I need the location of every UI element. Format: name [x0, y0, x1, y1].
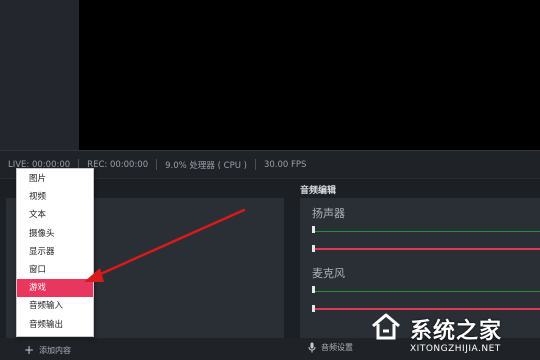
microphone-volume-knob[interactable]	[312, 305, 315, 312]
microphone-label: 麦克风	[312, 267, 345, 280]
add-content-button[interactable]: + 添加内容	[24, 343, 71, 357]
microphone-meter	[312, 291, 540, 292]
watermark-text: 系统之家	[410, 319, 503, 344]
status-divider	[156, 159, 158, 170]
watermark: 系统之家 XITONGZHIJIA.NET	[370, 310, 540, 360]
preview-area	[79, 0, 540, 150]
microphone-meter-knob[interactable]	[312, 286, 315, 293]
rec-timer: REC: 00:00:00	[87, 159, 149, 170]
speaker-meter-knob[interactable]	[312, 226, 315, 233]
menu-item-video[interactable]: 视频	[17, 188, 93, 206]
status-divider	[254, 159, 256, 170]
speaker-label: 扬声器	[312, 207, 345, 220]
menu-item-window[interactable]: 窗口	[17, 261, 93, 279]
menu-item-text[interactable]: 文本	[17, 206, 93, 224]
speaker-volume-slider[interactable]	[312, 248, 540, 250]
fps-readout: 30.00 FPS	[263, 159, 307, 170]
add-content-label: 添加内容	[39, 345, 72, 355]
left-strip	[0, 0, 79, 150]
microphone-icon	[308, 342, 316, 353]
speaker-meter	[312, 231, 540, 232]
watermark-url: XITONGZHIJIA.NET	[410, 344, 501, 354]
menu-item-image[interactable]: 图片	[17, 170, 93, 188]
plus-icon: +	[24, 343, 35, 357]
audio-editor-title: 音频编辑	[300, 186, 337, 196]
menu-item-audio-input[interactable]: 音频输入	[17, 297, 93, 315]
audio-settings-label: 音频设置	[321, 343, 353, 352]
add-content-menu: 图片 视频 文本 摄像头 显示器 窗口 游戏 音频输入 音频输出	[16, 168, 94, 337]
house-logo-icon	[372, 313, 400, 340]
cpu-usage: 9.0% 处理器 ( CPU )	[165, 160, 247, 171]
audio-settings-button[interactable]: 音频设置	[308, 342, 353, 353]
menu-item-game[interactable]: 游戏	[17, 279, 93, 298]
menu-item-camera[interactable]: 摄像头	[17, 225, 93, 243]
speaker-volume-knob[interactable]	[312, 245, 315, 252]
menu-item-audio-output[interactable]: 音频输出	[17, 316, 93, 334]
menu-item-display[interactable]: 显示器	[17, 243, 93, 261]
